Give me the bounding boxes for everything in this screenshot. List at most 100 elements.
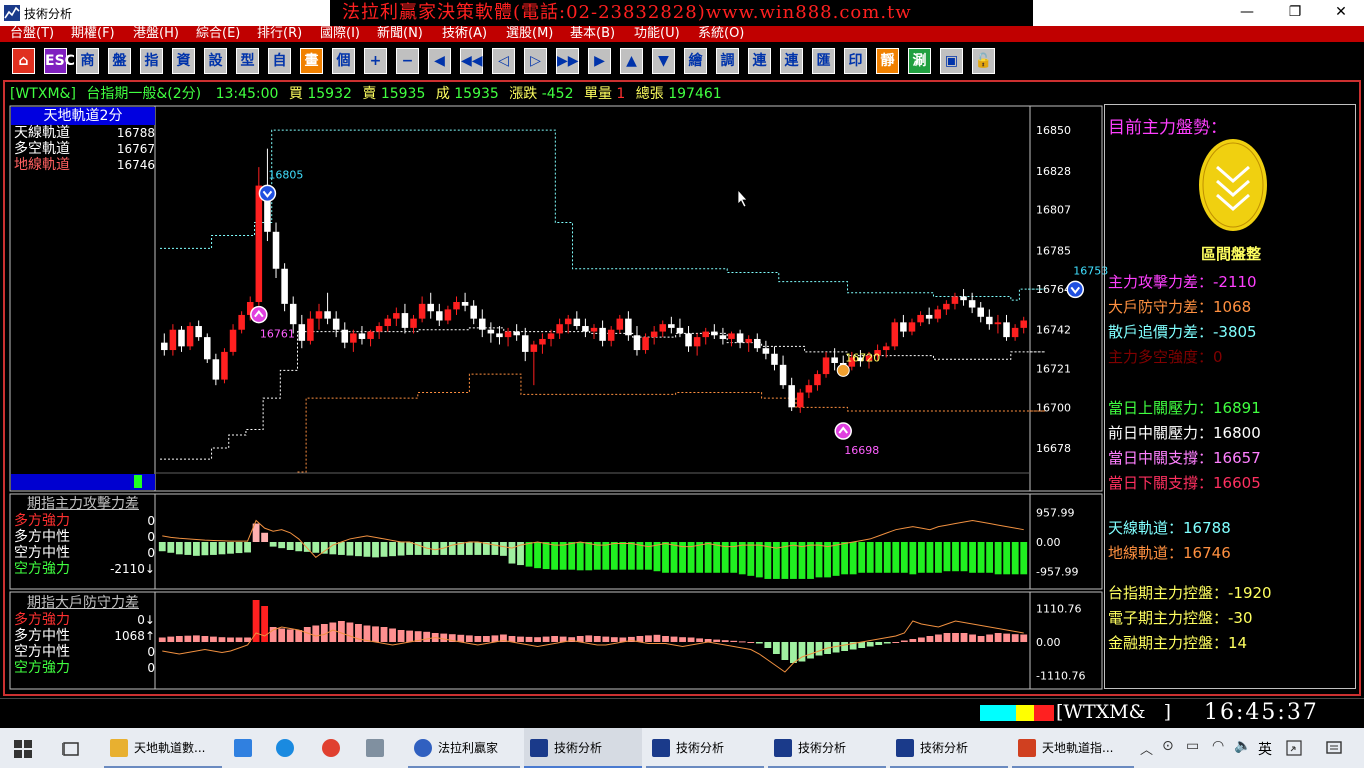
indicator-bar	[952, 542, 959, 572]
indicator-bar	[738, 542, 746, 575]
windows-start-icon[interactable]	[14, 740, 32, 758]
taskbar-item[interactable]: 技術分析	[646, 728, 764, 768]
tray-network-icon[interactable]: ⊙	[1162, 738, 1174, 754]
indicator-bar	[261, 606, 269, 642]
side-metric-value: -2110	[1213, 273, 1257, 291]
side-metric-label: 台指期主力控盤：	[1108, 584, 1229, 602]
indicator-bar	[917, 637, 925, 642]
side-metric-value: -3805	[1213, 323, 1257, 341]
legend-label: 空方強力	[14, 660, 70, 676]
indicator-bar	[645, 635, 652, 642]
legend-row: 多方中性 1068↑	[11, 628, 155, 644]
taskbar-item[interactable]	[360, 728, 396, 768]
indicator-bar	[721, 640, 729, 642]
ferrari-icon	[414, 739, 432, 757]
indicator-bar	[423, 631, 431, 642]
indicator-bar	[576, 542, 584, 571]
tray-chevron-icon[interactable]: ︿	[1140, 739, 1153, 758]
indicator-bar	[696, 542, 704, 573]
y-tick-label: 16850	[1036, 124, 1071, 137]
tray-ime[interactable]: 英	[1258, 739, 1272, 759]
indicator-bar	[568, 542, 576, 570]
tray-layout-icon[interactable]	[1286, 740, 1302, 756]
legend-value: 16788	[116, 126, 155, 140]
candle-body	[607, 329, 615, 341]
candle-body	[539, 338, 546, 345]
indicator-bar	[917, 542, 925, 573]
indicator-bar	[192, 635, 200, 642]
indicator-bar	[807, 642, 814, 659]
indicator-bar	[636, 542, 644, 570]
legend-value: 1068↑	[114, 629, 155, 643]
indicator-bar	[900, 542, 908, 573]
candle-body	[633, 335, 641, 351]
tray-battery-icon[interactable]: ▭	[1186, 738, 1199, 754]
indicator-bar	[406, 630, 414, 642]
legend-value: -2110↓	[110, 562, 155, 576]
indicator-bar	[525, 636, 533, 642]
indicator-bar	[517, 636, 524, 642]
indicator-bar	[866, 542, 874, 573]
indicator-bar	[286, 542, 294, 550]
indicator-bar	[909, 639, 917, 642]
side-metric-label: 金融期主力控盤：	[1108, 634, 1229, 652]
y-tick-label: 16742	[1036, 324, 1071, 337]
legend-row: 空方中性 0	[11, 545, 155, 561]
indicator-bar	[380, 542, 388, 557]
indicator-bar	[900, 640, 908, 642]
candle-body	[324, 311, 331, 319]
y-tick-label: 957.99	[1036, 507, 1075, 520]
indicator-bar	[977, 542, 985, 573]
indicator-bar	[320, 542, 328, 554]
candle-body	[178, 329, 185, 347]
taskbar-item[interactable]: 技術分析	[524, 728, 642, 768]
y-tick-label: 16785	[1036, 244, 1071, 257]
candle-body	[960, 296, 967, 301]
side-metric-value: 16746	[1183, 544, 1231, 562]
indicator-bar	[329, 622, 337, 642]
indicator-bar	[210, 636, 217, 642]
taskbar-item[interactable]: 天地軌道指...	[1012, 728, 1134, 768]
ind1-legend: 期指主力攻擊力差 多方強力 0 多方中性 0 空方中性 0 空方強力 -2110↓	[11, 495, 155, 577]
indicator-bar	[892, 542, 900, 573]
tray-wifi-icon[interactable]: ◠	[1212, 738, 1224, 754]
indicator-bar	[227, 637, 234, 642]
side-metric: 前日中關壓力：16800	[1108, 422, 1261, 443]
candle-body	[573, 318, 581, 327]
side-panel: 目前主力盤勢： 區間盤整 主力攻擊力差：-2110 大戶防守力差：1068 散戶追價…	[1104, 104, 1356, 689]
indicator-bar	[346, 622, 354, 642]
candle-body	[788, 385, 795, 408]
taskbar-item[interactable]	[316, 728, 352, 768]
taskbar-item[interactable]	[228, 728, 264, 768]
taskbar-item[interactable]: 技術分析	[768, 728, 886, 768]
candle-body	[951, 296, 959, 304]
candle-body	[547, 333, 555, 339]
indicator-bar	[534, 542, 541, 569]
indicator-bar	[704, 542, 712, 573]
legend-row: 地線軌道 16746	[11, 157, 155, 173]
indicator-line	[162, 620, 1024, 673]
candle-body	[882, 346, 890, 351]
taskbar-item[interactable]	[270, 728, 306, 768]
chart-app-icon	[530, 739, 548, 757]
side-metric-label: 散戶追價力差：	[1108, 323, 1214, 341]
notification-icon[interactable]	[1326, 740, 1342, 756]
indicator-bar	[781, 642, 789, 660]
candle-body	[831, 357, 838, 363]
taskbar-item[interactable]: 天地軌道數...	[104, 728, 222, 768]
legend-row: 多方中性 0	[11, 529, 155, 545]
candle-body	[728, 333, 735, 339]
side-metric: 地線軌道：16746	[1108, 542, 1231, 563]
indicator-bar	[534, 637, 541, 642]
legend-row: 多空軌道 16767	[11, 141, 155, 157]
taskbar-item[interactable]: 技術分析	[890, 728, 1008, 768]
indicator-bar	[602, 636, 610, 642]
annotation-label: 16761	[260, 328, 295, 341]
taskbar-item[interactable]: 法拉利贏家	[408, 728, 520, 768]
indicator-bar	[798, 542, 806, 579]
task-view-icon[interactable]	[62, 740, 80, 758]
indicator-bar	[832, 542, 840, 576]
candle-body	[745, 338, 752, 343]
tray-volume-icon[interactable]: 🔈	[1234, 738, 1251, 754]
candle-body	[556, 324, 563, 334]
